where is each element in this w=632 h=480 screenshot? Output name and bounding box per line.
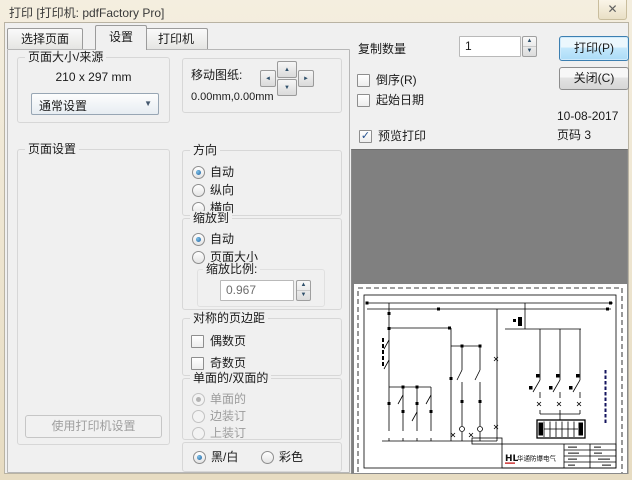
scale-ratio-label: 缩放比例:	[203, 262, 260, 276]
date-text: 10-08-2017	[557, 109, 618, 123]
radio-orientation-portrait[interactable]	[192, 184, 205, 197]
title-bar[interactable]: 打印 [打印机: pdfFactory Pro] ✕	[0, 0, 632, 22]
paper-size-text: 210 x 297 mm	[18, 70, 169, 84]
page-setup-group-title: 页面设置	[25, 142, 79, 156]
radio-simplex-label: 单面的	[210, 392, 246, 406]
radio-orientation-auto-label[interactable]: 自动	[210, 165, 234, 179]
reverse-order-checkbox[interactable]: ✓	[357, 74, 370, 87]
scale-ratio-box: 缩放比例: 0.967 ▲▼	[197, 269, 325, 307]
preview-drawing: HL 华通防爆电气	[354, 284, 627, 473]
radio-orientation-auto[interactable]	[192, 166, 205, 179]
radio-simplex	[192, 393, 205, 406]
even-pages-label[interactable]: 偶数页	[210, 334, 246, 348]
page-size-group-title: 页面大小/来源	[25, 50, 106, 64]
arrow-left-icon: ◄	[265, 76, 271, 82]
tab-printer[interactable]: 打印机	[144, 28, 208, 49]
paper-preset-value: 通常设置	[39, 97, 87, 114]
close-icon: ✕	[607, 2, 617, 16]
symmetric-margins-group: 对称的页边距 ✓ 偶数页 ✓ 奇数页	[182, 318, 342, 376]
print-preview-panel[interactable]: HL 华通防爆电气	[351, 149, 628, 474]
move-drawing-label: 移动图纸:	[191, 68, 242, 82]
tab-settings[interactable]: 设置	[95, 25, 147, 50]
nudge-right-button[interactable]: ►	[298, 70, 314, 87]
close-button[interactable]: ✕	[598, 0, 627, 20]
arrow-down-icon: ▼	[284, 85, 290, 91]
spin-up-icon: ▲	[523, 37, 536, 47]
duplex-group: 单面的/双面的 单面的 边装订 上装订	[182, 378, 342, 440]
tab-select-pages[interactable]: 选择页面	[7, 28, 83, 49]
nudge-up-button[interactable]: ▲	[277, 61, 297, 78]
odd-pages-label[interactable]: 奇数页	[210, 356, 246, 370]
spin-down-icon: ▼	[523, 47, 536, 56]
dropdown-arrow-icon: ▼	[144, 99, 152, 108]
move-drawing-group: 移动图纸: 0.00mm,0.00mm ◄ ▲ ▼ ►	[182, 58, 342, 113]
copies-label: 复制数量	[358, 40, 406, 57]
radio-top-binding-label: 上装订	[210, 426, 246, 440]
radio-top-binding	[192, 427, 205, 440]
radio-black-white[interactable]	[193, 451, 206, 464]
page-setup-group: 页面设置	[17, 149, 170, 445]
check-icon: ✓	[361, 130, 370, 142]
use-printer-settings-button: 使用打印机设置	[25, 415, 162, 438]
radio-scale-auto[interactable]	[192, 233, 205, 246]
move-offset-value: 0.00mm,0.00mm	[191, 90, 274, 104]
symmetric-margins-group-title: 对称的页边距	[190, 311, 268, 325]
radio-orientation-portrait-label[interactable]: 纵向	[210, 183, 234, 197]
preview-print-label[interactable]: 预览打印	[378, 129, 426, 143]
even-pages-checkbox[interactable]: ✓	[191, 335, 204, 348]
start-date-label[interactable]: 起始日期	[376, 93, 424, 107]
paper-preset-dropdown[interactable]: 通常设置 ▼	[31, 93, 159, 115]
scale-ratio-spinner[interactable]: ▲▼	[296, 280, 311, 301]
dialog-client-area: 选择页面 设置 打印机 页面大小/来源 210 x 297 mm 通常设置 ▼ …	[4, 22, 629, 474]
nudge-left-button[interactable]: ◄	[260, 70, 276, 87]
duplex-group-title: 单面的/双面的	[190, 371, 271, 385]
spin-up-icon: ▲	[297, 281, 310, 291]
print-button[interactable]: 打印(P)	[559, 36, 629, 61]
orientation-group-title: 方向	[190, 143, 220, 157]
color-mode-group: 黑/白 彩色	[182, 442, 342, 472]
radio-black-white-label[interactable]: 黑/白	[211, 450, 238, 464]
radio-color[interactable]	[261, 451, 274, 464]
nudge-down-button[interactable]: ▼	[277, 79, 297, 96]
print-dialog-window: 打印 [打印机: pdfFactory Pro] ✕ 选择页面 设置 打印机 页…	[0, 0, 632, 480]
radio-edge-binding	[192, 410, 205, 423]
start-date-checkbox[interactable]: ✓	[357, 94, 370, 107]
close-dialog-button[interactable]: 关闭(C)	[559, 67, 629, 90]
spin-down-icon: ▼	[297, 291, 310, 300]
radio-edge-binding-label: 边装订	[210, 409, 246, 423]
scale-ratio-input[interactable]: 0.967	[220, 280, 294, 301]
window-title: 打印 [打印机: pdfFactory Pro]	[9, 4, 164, 21]
arrow-right-icon: ►	[303, 76, 309, 82]
page-size-group: 页面大小/来源 210 x 297 mm 通常设置 ▼	[17, 57, 170, 123]
copies-spinner[interactable]: ▲▼	[522, 36, 537, 57]
radio-scale-auto-label[interactable]: 自动	[210, 232, 234, 246]
reverse-order-label[interactable]: 倒序(R)	[376, 73, 417, 87]
scale-to-group-title: 缩放到	[190, 211, 232, 225]
preview-print-checkbox[interactable]: ✓	[359, 130, 372, 143]
scale-to-group: 缩放到 自动 页面大小 缩放比例: 0.967 ▲▼	[182, 218, 342, 310]
preview-page: HL 华通防爆电气	[354, 284, 627, 473]
radio-color-label[interactable]: 彩色	[279, 450, 303, 464]
copies-input[interactable]: 1	[459, 36, 521, 57]
orientation-group: 方向 自动 纵向 横向	[182, 150, 342, 216]
odd-pages-checkbox[interactable]: ✓	[191, 357, 204, 370]
preview-logo-text: 华通防爆电气	[517, 454, 557, 463]
arrow-up-icon: ▲	[284, 67, 290, 73]
page-number-text: 页码 3	[557, 126, 591, 143]
